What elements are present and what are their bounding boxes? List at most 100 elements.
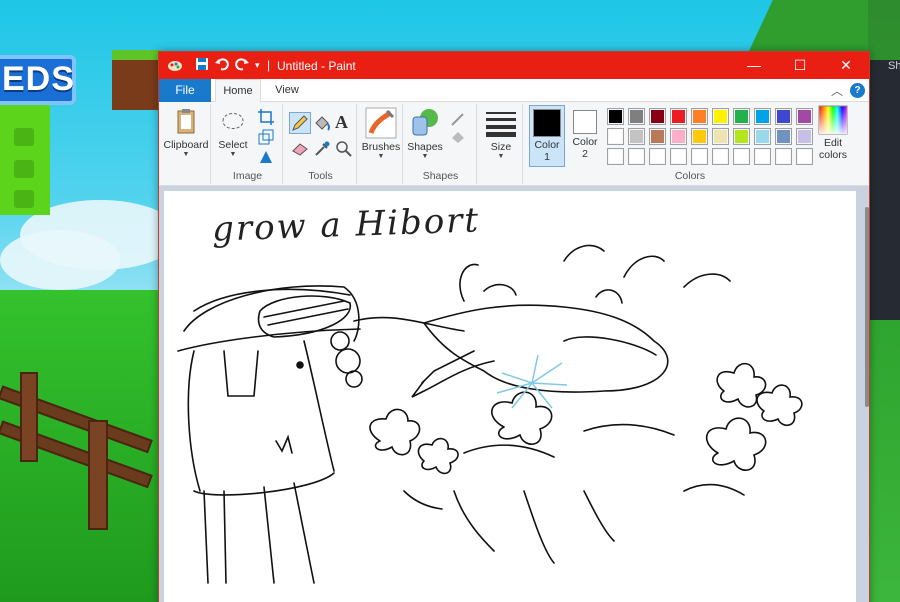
clipboard-label: Clipboard <box>163 139 209 151</box>
custom-color-swatch[interactable] <box>670 148 687 165</box>
swatch-color <box>651 150 664 163</box>
color-swatch[interactable] <box>796 108 813 125</box>
text-icon[interactable]: A <box>335 112 353 132</box>
colors-group-label: Colors <box>674 170 706 182</box>
fill-icon[interactable] <box>313 114 331 132</box>
color-swatch[interactable] <box>649 108 666 125</box>
swatch-color <box>714 150 727 163</box>
minimize-button[interactable]: — <box>731 52 777 79</box>
edit-colors-icon <box>818 105 848 135</box>
custom-color-swatch[interactable] <box>754 148 771 165</box>
shapes-button[interactable]: Shapes ▼ <box>405 107 445 160</box>
color-swatch[interactable] <box>670 108 687 125</box>
custom-color-swatch[interactable] <box>628 148 645 165</box>
custom-color-swatch[interactable] <box>712 148 729 165</box>
color-swatch[interactable] <box>796 128 813 145</box>
tab-file[interactable]: File <box>159 79 211 102</box>
color-swatch[interactable] <box>775 108 792 125</box>
color-swatch[interactable] <box>775 128 792 145</box>
tab-home[interactable]: Home <box>215 79 261 103</box>
eraser-icon[interactable] <box>291 140 309 158</box>
stud <box>14 160 34 178</box>
size-button[interactable]: Size ▼ <box>479 107 523 160</box>
paint-app-icon[interactable] <box>167 57 183 77</box>
cloud <box>0 230 120 290</box>
color2-number: 2 <box>582 148 588 160</box>
color1-button[interactable]: Color 1 <box>529 105 565 167</box>
save-icon[interactable] <box>195 57 209 75</box>
edit-colors-button[interactable]: Edit colors <box>813 105 853 161</box>
help-icon[interactable]: ? <box>850 83 865 98</box>
swatch-color <box>609 110 622 123</box>
brushes-button[interactable]: Brushes ▼ <box>359 107 403 160</box>
color-swatch[interactable] <box>754 108 771 125</box>
color-swatch[interactable] <box>712 108 729 125</box>
outline-icon[interactable] <box>449 110 467 128</box>
swatch-color <box>609 130 622 143</box>
maximize-button[interactable]: ☐ <box>777 52 823 79</box>
color-swatch[interactable] <box>607 108 624 125</box>
color-swatch[interactable] <box>691 108 708 125</box>
color-swatch[interactable] <box>733 108 750 125</box>
fence-post <box>88 420 108 530</box>
image-group-label: Image <box>232 170 263 182</box>
custom-color-swatch[interactable] <box>649 148 666 165</box>
window-title: Untitled - Paint <box>277 59 356 73</box>
custom-color-swatch[interactable] <box>607 148 624 165</box>
pencil-icon[interactable] <box>289 112 311 134</box>
color2-button[interactable]: Color 2 <box>567 105 603 167</box>
color-swatch[interactable] <box>712 128 729 145</box>
color-swatch[interactable] <box>628 108 645 125</box>
swatch-color <box>756 150 769 163</box>
background-window <box>868 60 900 320</box>
swatch-color <box>672 130 685 143</box>
title-bar[interactable]: ▾ | Untitled - Paint — ☐ ✕ <box>159 52 869 79</box>
color-swatch[interactable] <box>670 128 687 145</box>
resize-icon[interactable] <box>257 128 275 146</box>
swatch-color <box>777 110 790 123</box>
select-button[interactable]: Select ▼ <box>213 107 253 158</box>
sparkle <box>496 354 568 409</box>
swatch-color <box>777 150 790 163</box>
chevron-down-icon: ▼ <box>182 151 190 158</box>
redo-icon[interactable] <box>235 57 249 75</box>
fill-shape-icon[interactable] <box>449 128 467 146</box>
swatch-color <box>630 150 643 163</box>
custom-color-swatch[interactable] <box>733 148 750 165</box>
clipboard-icon <box>177 109 195 134</box>
rotate-icon[interactable] <box>257 148 275 166</box>
color-picker-icon[interactable] <box>313 140 331 158</box>
brushes-label: Brushes <box>361 141 401 153</box>
undo-icon[interactable] <box>215 57 229 75</box>
color-swatch[interactable] <box>649 128 666 145</box>
swatch-color <box>798 130 811 143</box>
ribbon: Clipboard ▼ Select ▼ Image A Tools Brush… <box>159 102 869 186</box>
color-swatch[interactable] <box>754 128 771 145</box>
crop-icon[interactable] <box>257 108 275 126</box>
title-separator: | <box>267 58 271 72</box>
vertical-scrollbar[interactable] <box>865 207 869 407</box>
custom-color-swatch[interactable] <box>796 148 813 165</box>
paint-window: ▾ | Untitled - Paint — ☐ ✕ File Home Vie… <box>158 51 870 602</box>
color-swatch[interactable] <box>691 128 708 145</box>
background-text: Sh <box>888 60 900 72</box>
clipboard-button[interactable]: Clipboard ▼ <box>161 107 211 158</box>
swatch-color <box>756 110 769 123</box>
custom-color-swatch[interactable] <box>775 148 792 165</box>
color-swatch[interactable] <box>607 128 624 145</box>
color-swatch[interactable] <box>628 128 645 145</box>
quick-access-dropdown-icon[interactable]: ▾ <box>255 57 260 73</box>
swatch-color <box>693 150 706 163</box>
brushes-group: Brushes ▼ <box>359 104 403 184</box>
shapes-group: Shapes ▼ Shapes <box>405 104 477 184</box>
tab-view[interactable]: View <box>267 79 307 102</box>
chevron-down-icon: ▼ <box>229 151 237 158</box>
color-swatch[interactable] <box>733 128 750 145</box>
drawing-canvas[interactable]: grow a Hibort <box>164 191 869 602</box>
custom-color-swatch[interactable] <box>691 148 708 165</box>
swatch-color <box>609 150 622 163</box>
collapse-ribbon-icon[interactable]: ︿ <box>831 82 843 99</box>
close-button[interactable]: ✕ <box>823 52 869 79</box>
tools-group: A Tools <box>285 104 357 184</box>
magnifier-icon[interactable] <box>335 140 353 158</box>
